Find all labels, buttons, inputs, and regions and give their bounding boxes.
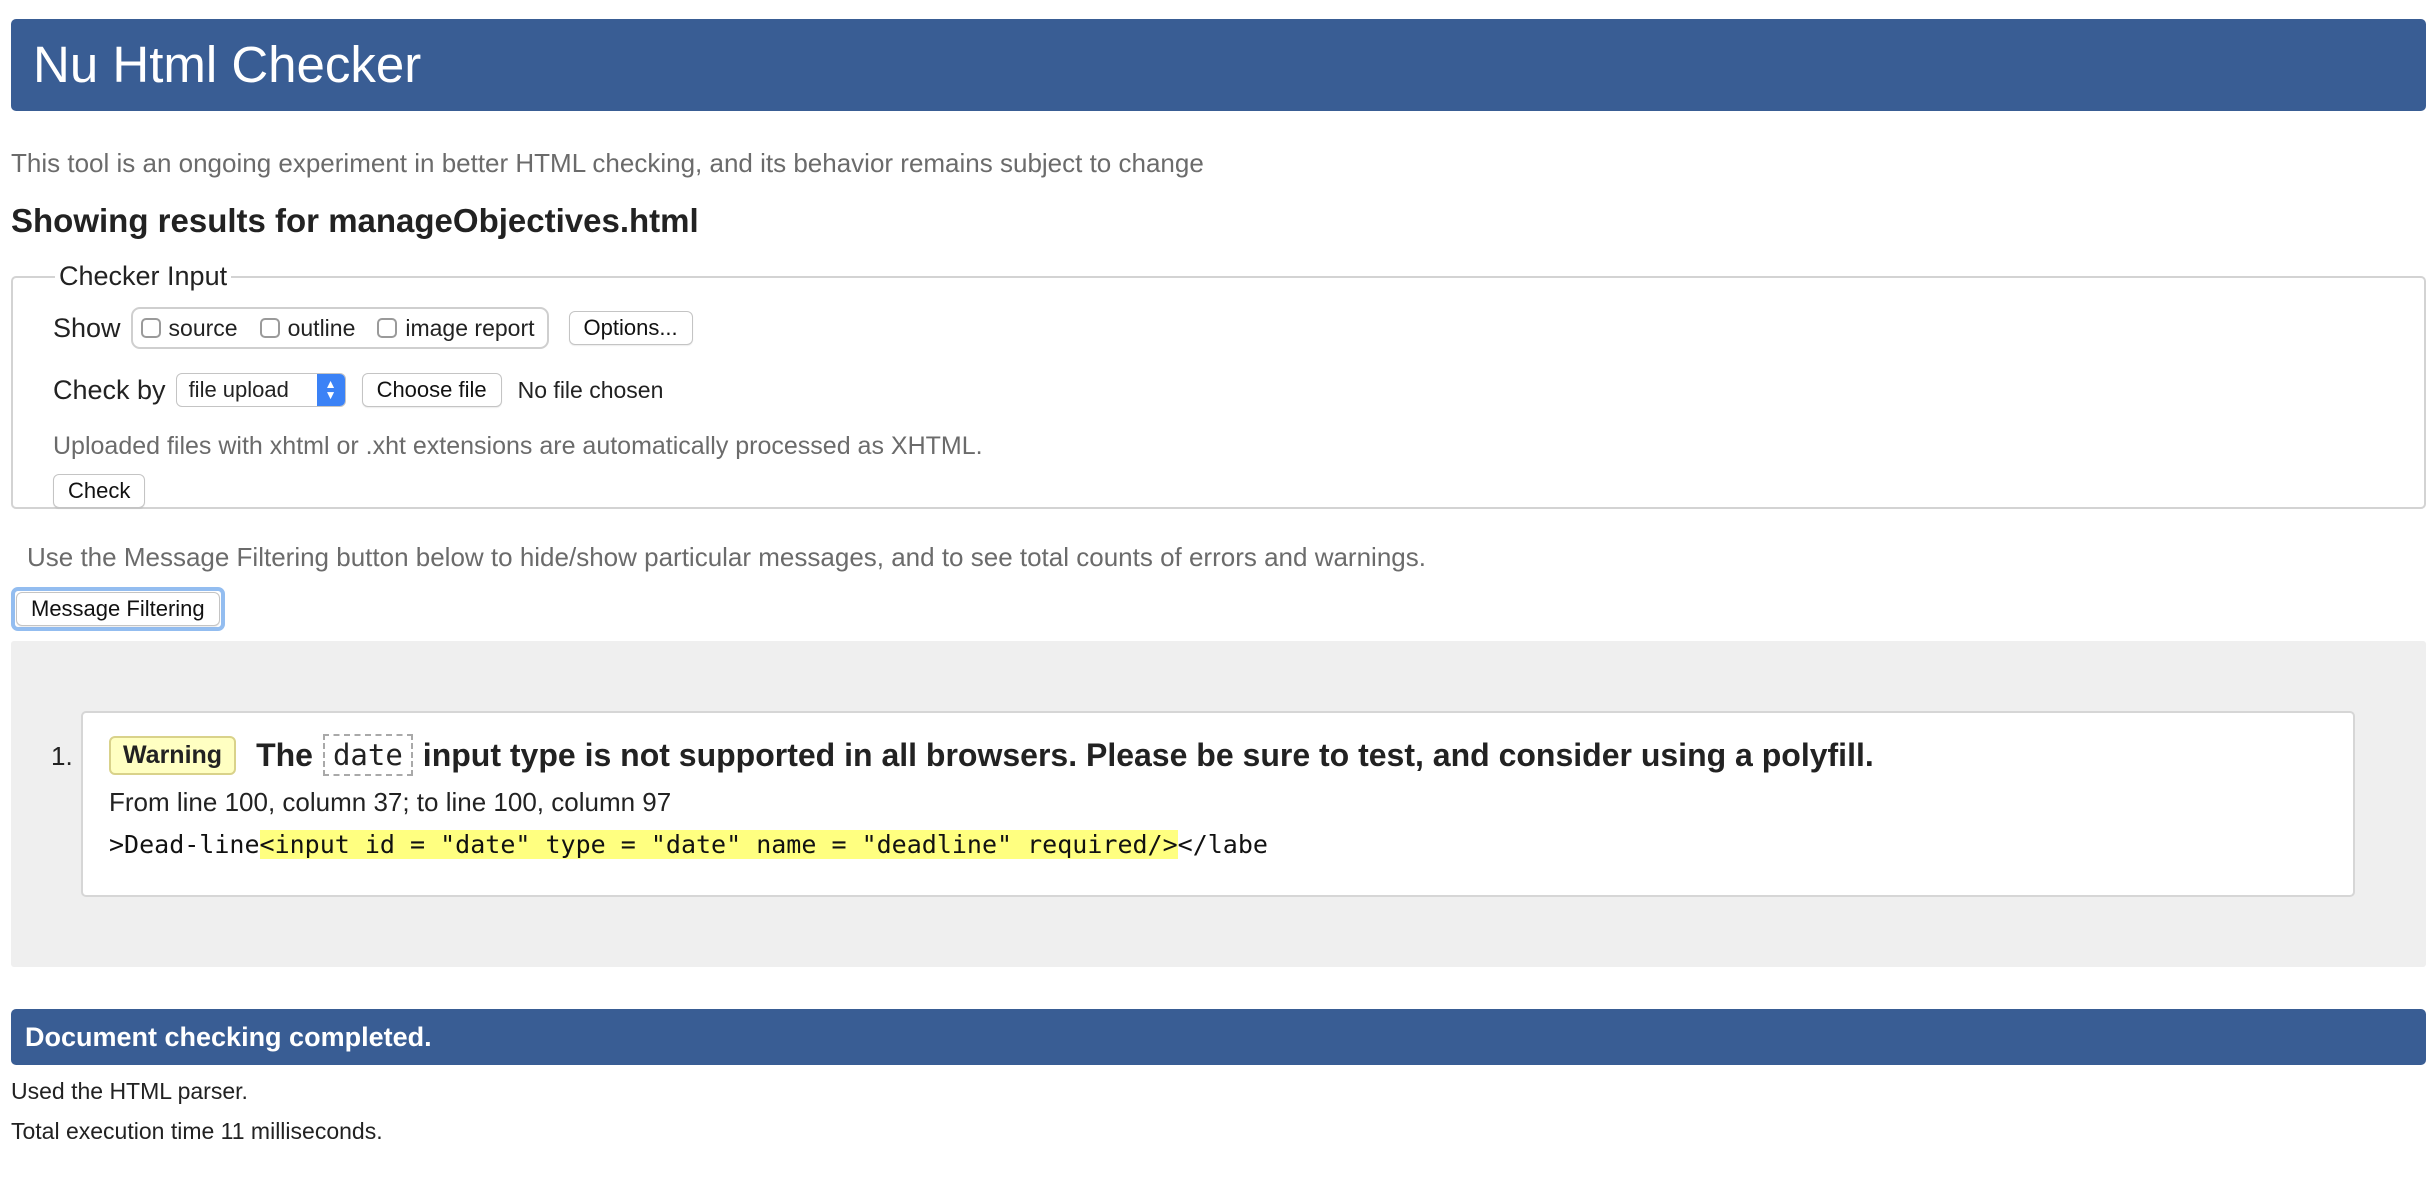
message-text-after: input type is not supported in all brows… bbox=[422, 736, 1874, 773]
source-label: source bbox=[168, 314, 238, 341]
checking-completed-text: Document checking completed. bbox=[25, 1022, 432, 1052]
message-extract: >Dead-line<input id = "date" type = "dat… bbox=[109, 830, 2327, 859]
message-header: Warning The date input type is not suppo… bbox=[109, 733, 2327, 777]
message-filtering-button[interactable]: Message Filtering bbox=[16, 592, 220, 626]
show-label: Show bbox=[53, 312, 121, 343]
no-file-chosen-text: No file chosen bbox=[517, 376, 664, 403]
checker-input-legend: Checker Input bbox=[59, 261, 228, 291]
filter-note: Use the Message Filtering button below t… bbox=[27, 542, 1426, 572]
extract-highlight: <input id = "date" type = "date" name = … bbox=[259, 830, 1178, 859]
check-by-label: Check by bbox=[53, 374, 166, 405]
extract-after: </labe bbox=[1177, 830, 1268, 859]
show-image-report-option[interactable]: image report bbox=[377, 314, 535, 342]
image-report-label: image report bbox=[405, 314, 535, 341]
check-by-select[interactable]: file upload ▲ ▼ bbox=[175, 373, 346, 407]
show-outline-option[interactable]: outline bbox=[259, 314, 356, 342]
header-title: Nu Html Checker bbox=[33, 36, 422, 93]
message-text-before: The bbox=[256, 736, 313, 773]
message-code: date bbox=[322, 734, 413, 776]
messages-panel: 1. Warning The date input type is not su… bbox=[11, 641, 2426, 967]
choose-file-button[interactable]: Choose file bbox=[361, 373, 502, 407]
chevron-up-down-icon: ▲ ▼ bbox=[316, 374, 345, 406]
options-button[interactable]: Options... bbox=[568, 311, 693, 345]
check-by-row: Check by file upload ▲ ▼ Choose file No f… bbox=[53, 368, 2384, 412]
parser-info: Used the HTML parser. bbox=[11, 1078, 248, 1104]
warning-badge: Warning bbox=[109, 735, 237, 775]
page-header: Nu Html Checker bbox=[11, 19, 2426, 111]
results-title: Showing results for manageObjectives.htm… bbox=[11, 202, 699, 239]
page: Nu Html Checker This tool is an ongoing … bbox=[11, 19, 2426, 1145]
extract-before: >Dead-line bbox=[109, 830, 260, 859]
check-button[interactable]: Check bbox=[53, 474, 146, 508]
message-location: From line 100, column 37; to line 100, c… bbox=[109, 787, 672, 817]
intro-text: This tool is an ongoing experiment in be… bbox=[11, 148, 1204, 178]
checking-completed-bar: Document checking completed. bbox=[11, 1009, 2426, 1065]
message-filtering-focus-ring: Message Filtering bbox=[11, 587, 225, 631]
check-by-selected-value: file upload bbox=[188, 377, 289, 402]
message-item: Warning The date input type is not suppo… bbox=[81, 711, 2355, 897]
message-text: The date input type is not supported in … bbox=[256, 734, 1874, 776]
message-number: 1. bbox=[51, 741, 73, 771]
checker-input-fieldset: Checker Input Show source outline image … bbox=[11, 261, 2426, 509]
show-source-option[interactable]: source bbox=[140, 314, 238, 342]
outline-checkbox[interactable] bbox=[259, 318, 280, 338]
execution-time: Total execution time 11 milliseconds. bbox=[11, 1118, 383, 1144]
show-options-group: source outline image report bbox=[130, 307, 549, 349]
show-row: Show source outline image report Options… bbox=[53, 306, 2384, 350]
source-checkbox[interactable] bbox=[140, 318, 161, 338]
upload-note: Uploaded files with xhtml or .xht extens… bbox=[53, 432, 983, 460]
image-report-checkbox[interactable] bbox=[377, 318, 398, 338]
outline-label: outline bbox=[287, 314, 356, 341]
